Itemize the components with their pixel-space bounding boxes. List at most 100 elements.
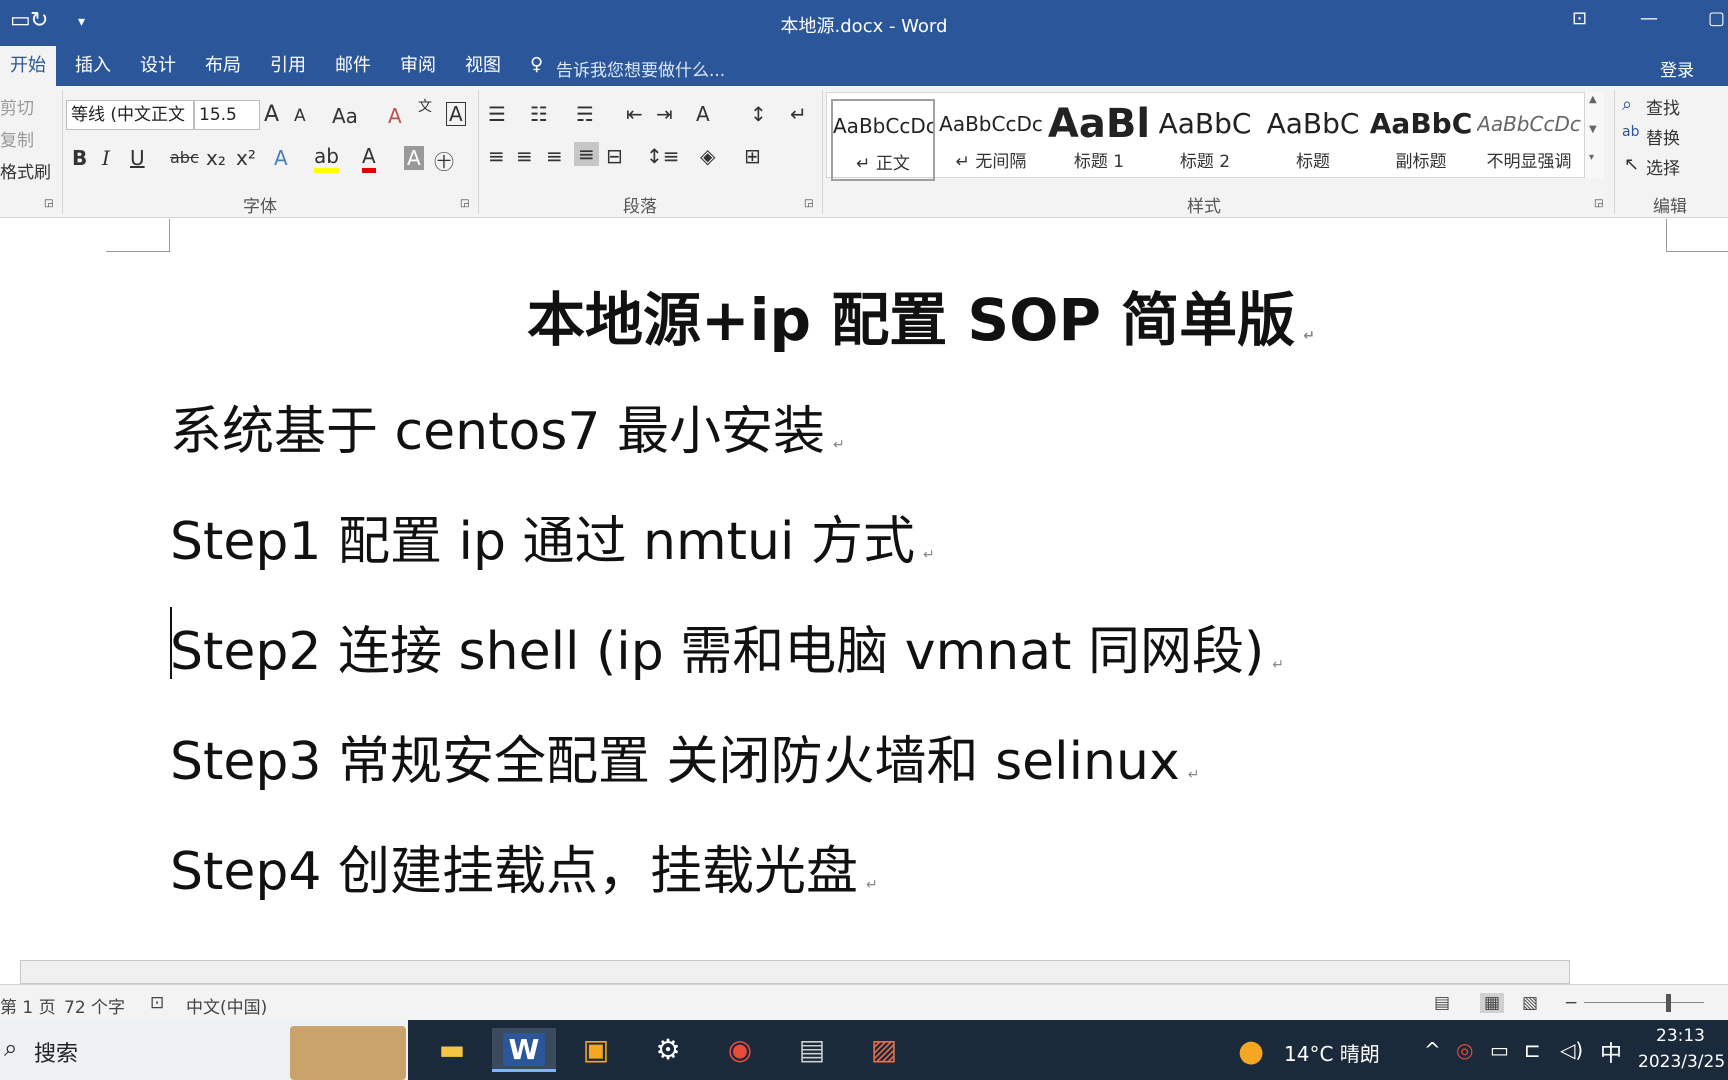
app-window-icon[interactable]: ▤ [780,1028,844,1072]
document-area[interactable]: 本地源+ip 配置 SOP 简单版 ↵ 系统基于 centos7 最小安装 ↵ St… [0,219,1728,960]
chinese-layout-icon[interactable]: A [696,102,710,126]
underline-icon[interactable]: U [130,146,145,170]
paragraph-5[interactable]: Step4 创建挂载点，挂载光盘 ↵ [170,829,878,904]
scroll-down-icon[interactable]: ▼ [1589,124,1597,135]
presentation-icon[interactable]: ▨ [852,1028,916,1072]
shrink-font-icon[interactable]: A [294,106,306,126]
style-no-spacing[interactable]: AaBbCcDc ↵ 无间隔 [939,99,1043,181]
distributed-icon[interactable]: ⊟ [606,144,623,168]
more-styles-icon[interactable]: ▾ [1589,152,1594,163]
style-subtle-emphasis[interactable]: AaBbCcDc 不明显强调 [1477,99,1581,181]
settings-icon[interactable]: ⚙ [636,1028,700,1072]
style-normal[interactable]: AaBbCcDc ↵ 正文 [831,99,935,181]
text-effects-icon[interactable]: A [274,146,288,170]
select-button[interactable]: 选择 [1646,154,1680,179]
zoom-slider-thumb[interactable] [1666,994,1671,1012]
replace-icon[interactable]: ab [1622,124,1639,140]
clipboard-launcher-icon[interactable]: ◲ [44,198,53,209]
character-shading-icon[interactable]: A [404,146,424,170]
borders-icon[interactable]: ⊞ [744,144,761,168]
font-color-icon[interactable]: A [362,144,376,173]
ribbon-display-icon[interactable]: ⊡ [1572,8,1587,29]
proofing-icon[interactable]: ⊡ [150,993,164,1013]
bullets-icon[interactable]: ☰ [488,102,506,126]
tab-design[interactable]: 设计 [130,46,186,86]
word-count[interactable]: 72 个字 [64,993,125,1018]
chrome-icon[interactable]: ◉ [708,1028,772,1072]
volume-icon[interactable]: ◁) [1560,1038,1583,1062]
cut-button[interactable]: 剪切 [0,94,34,119]
paragraph-3[interactable]: Step2 连接 shell (ip 需和电脑 vmnat 同网段) ↵ [170,609,1284,684]
horizontal-scrollbar[interactable] [20,960,1570,984]
find-button[interactable]: 查找 [1646,94,1680,119]
select-icon[interactable]: ↖ [1624,154,1639,175]
font-name-select[interactable]: 等线 (中文正文 [66,100,194,130]
strikethrough-icon[interactable]: abc [170,148,199,167]
paragraph-2[interactable]: Step1 配置 ip 通过 nmtui 方式 ↵ [170,499,935,574]
tab-references[interactable]: 引用 [260,46,316,86]
minimize-icon[interactable]: — [1640,8,1658,29]
scroll-up-icon[interactable]: ▲ [1589,94,1597,105]
line-spacing-icon[interactable]: ↕≡ [646,144,680,168]
highlight-icon[interactable]: ab [314,144,339,173]
paragraph-1[interactable]: 系统基于 centos7 最小安装 ↵ [170,389,845,464]
enclose-characters-icon[interactable]: ㊉ [434,146,454,175]
signin-link[interactable]: 登录 [1660,56,1694,81]
tab-review[interactable]: 审阅 [390,46,446,86]
decrease-indent-icon[interactable]: ⇤ [626,102,643,126]
justify-icon[interactable]: ≡ [574,142,599,166]
sort-icon[interactable]: ↕ [750,102,767,126]
clear-formatting-icon[interactable]: A [388,104,402,128]
tab-layout[interactable]: 布局 [195,46,251,86]
tell-me-input[interactable]: 告诉我您想要做什么... [556,56,725,81]
web-layout-icon[interactable]: ▧ [1522,993,1538,1013]
zoom-out-icon[interactable]: − [1564,993,1578,1013]
tab-insert[interactable]: 插入 [65,46,121,86]
document-title[interactable]: 本地源+ip 配置 SOP 简单版 ↵ [527,273,1315,357]
paragraph-4[interactable]: Step3 常规安全配置 关闭防火墙和 selinux ↵ [170,719,1199,794]
superscript-icon[interactable]: x² [236,146,256,170]
phonetic-guide-icon[interactable]: 文 [418,96,432,116]
align-right-icon[interactable]: ≡ [546,144,563,168]
character-border-icon[interactable]: A [446,102,466,126]
restore-icon[interactable]: ▢ [1708,8,1725,29]
vmware-icon[interactable]: ▣ [564,1028,628,1072]
show-marks-icon[interactable]: ↵ [790,102,807,126]
weather-icon[interactable]: ● [1238,1034,1264,1069]
font-size-select[interactable]: 15.5 [194,100,260,130]
increase-indent-icon[interactable]: ⇥ [656,102,673,126]
italic-icon[interactable]: I [102,146,110,170]
style-heading-1[interactable]: AaBl 标题 1 [1047,99,1151,181]
print-layout-icon[interactable]: ▦ [1480,993,1505,1013]
replace-button[interactable]: 替换 [1646,124,1680,149]
language-status[interactable]: 中文(中国) [186,993,267,1018]
align-center-icon[interactable]: ≡ [516,144,533,168]
style-subtitle[interactable]: AaBbC 副标题 [1369,99,1473,181]
battery-icon[interactable]: ▭ [1490,1038,1509,1062]
read-mode-icon[interactable]: ▤ [1434,993,1450,1013]
change-case-icon[interactable]: Aa [332,104,358,128]
tab-home[interactable]: 开始 [0,46,56,86]
subscript-icon[interactable]: x₂ [206,146,226,170]
style-heading-2[interactable]: AaBbC 标题 2 [1153,99,1257,181]
network-icon[interactable]: ⊏ [1524,1038,1541,1062]
styles-launcher-icon[interactable]: ◲ [1594,198,1603,209]
copy-button[interactable]: 复制 [0,126,34,151]
clock-time[interactable]: 23:13 [1656,1026,1705,1046]
clock-date[interactable]: 2023/3/25 [1638,1052,1725,1072]
paragraph-launcher-icon[interactable]: ◲ [804,198,813,209]
zoom-slider[interactable] [1584,1002,1704,1003]
ime-indicator[interactable]: 中 [1600,1036,1622,1068]
weather-text[interactable]: 14°C 晴朗 [1284,1038,1380,1067]
tray-chevron-icon[interactable]: ^ [1424,1038,1441,1062]
find-icon[interactable]: ⌕ [1622,94,1632,115]
bold-icon[interactable]: B [72,146,87,170]
record-icon[interactable]: ◎ [1456,1038,1473,1062]
format-painter-button[interactable]: 格式刷 [0,158,51,183]
styles-scroll[interactable]: ▲ ▼ ▾ [1584,92,1604,178]
shading-icon[interactable]: ◈ [700,144,715,168]
style-title[interactable]: AaBbC 标题 [1261,99,1365,181]
align-left-icon[interactable]: ≡ [488,144,505,168]
page-count[interactable]: 第 1 页 [0,993,56,1018]
file-explorer-icon[interactable]: ▬ [420,1028,484,1072]
